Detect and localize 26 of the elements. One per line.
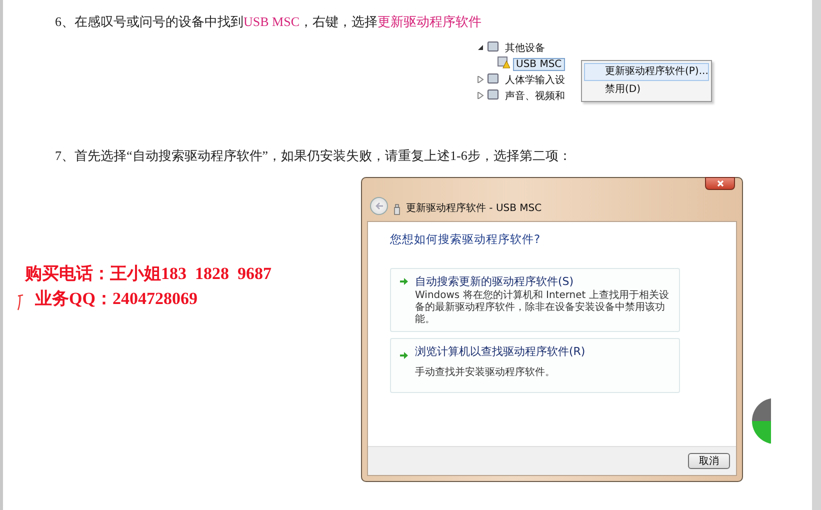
- option-card[interactable]: 浏览计算机以查找驱动程序软件(R) 手动查找并安装驱动程序软件。: [390, 338, 680, 393]
- tree-item[interactable]: 声音、视频和: [503, 89, 567, 103]
- option-description: 手动查找并安装驱动程序软件。: [415, 367, 556, 380]
- tree-item[interactable]: 人体学输入设: [503, 73, 567, 87]
- cancel-button[interactable]: 取消: [688, 453, 730, 469]
- dialog-title: 更新驱动程序软件 - USB MSC: [406, 202, 542, 215]
- dialog-heading: 您想如何搜索驱动程序软件?: [390, 232, 542, 247]
- expand-icon[interactable]: [477, 90, 484, 102]
- tree-item[interactable]: 其他设备: [503, 41, 547, 55]
- option-card[interactable]: 自动搜索更新的驱动程序软件(S) Windows 将在您的计算机和 Internet 上查找用于相关设备的最新驱动程序软件，除非在设备安装设备中禁用该功能。: [390, 268, 680, 332]
- step-text: 7、首先选择“自动搜索驱动程序软件”，如果仍安装失败，请重复上述1-6步，选择第二项：: [55, 147, 572, 165]
- usb-device-icon: [394, 204, 400, 215]
- option-description: Windows 将在您的计算机和 Internet 上查找用于相关设备的最新驱动程序软件，除非在设备安装设备中禁用该功能。: [415, 290, 670, 326]
- contact-text: 业务QQ：2404728069: [34, 288, 198, 310]
- expand-icon[interactable]: [477, 74, 484, 86]
- option-title: 浏览计算机以查找驱动程序软件(R): [415, 344, 586, 360]
- close-button[interactable]: [705, 177, 735, 190]
- tree-item[interactable]: USB MSC: [513, 58, 565, 70]
- pen-stroke-icon: [17, 293, 24, 311]
- menu-item[interactable]: 禁用(D): [584, 81, 709, 99]
- step-text: 6、在感叹号或问号的设备中找到USB MSC，右键，选择更新驱动程序软件: [55, 13, 482, 31]
- close-icon: [716, 180, 724, 187]
- menu-item[interactable]: 更新驱动程序软件(P)...: [584, 63, 709, 81]
- back-arrow-icon: [374, 202, 384, 210]
- contact-text: 购买电话：王小姐183 1828 9687: [25, 263, 272, 285]
- option-title: 自动搜索更新的驱动程序软件(S): [415, 274, 575, 289]
